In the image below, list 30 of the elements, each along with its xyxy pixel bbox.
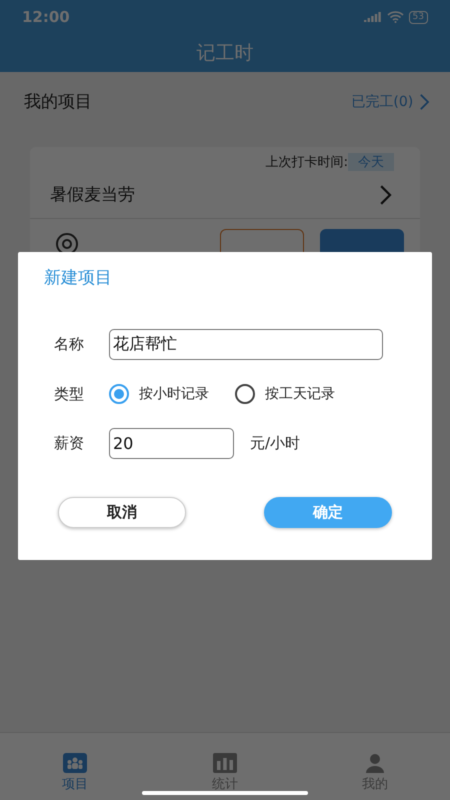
chevron-icon: [378, 184, 392, 206]
wage-unit: 元/小时: [250, 434, 300, 453]
name-input[interactable]: 花店帮忙: [109, 329, 383, 360]
confirm-button[interactable]: 确定: [264, 497, 392, 528]
wifi-icon: [386, 11, 404, 23]
wage-input[interactable]: 20: [109, 428, 234, 459]
person-icon: [364, 753, 386, 773]
bar-chart-icon: [213, 753, 237, 773]
page-title: 记工时: [196, 41, 254, 66]
signal-icon: [364, 12, 382, 22]
cancel-button[interactable]: 取消: [58, 497, 186, 528]
battery-level: 53: [408, 10, 428, 24]
people-icon: [63, 753, 87, 773]
chevron-icon: [419, 92, 430, 110]
last-checkin-value: 今天: [348, 153, 394, 171]
tab-label: 项目: [62, 776, 88, 793]
dialog-title: 新建项目: [44, 267, 113, 289]
tab-item[interactable]: 项目: [0, 753, 150, 793]
field-label: 名称: [54, 335, 85, 354]
radio-option[interactable]: 按工天记录: [235, 384, 335, 404]
radio-option[interactable]: 按小时记录: [109, 384, 209, 404]
project-name: 暑假麦当劳: [50, 184, 135, 206]
finished-link[interactable]: 已完工(0): [351, 92, 430, 110]
radio-icon[interactable]: [235, 384, 255, 404]
radio-icon[interactable]: [109, 384, 129, 404]
section-title: 我的项目: [24, 91, 92, 113]
last-checkin-label: 上次打卡时间:: [266, 154, 348, 171]
status-time: 12:00: [22, 8, 70, 26]
field-label: 类型: [54, 384, 85, 404]
field-label: 薪资: [54, 434, 85, 453]
